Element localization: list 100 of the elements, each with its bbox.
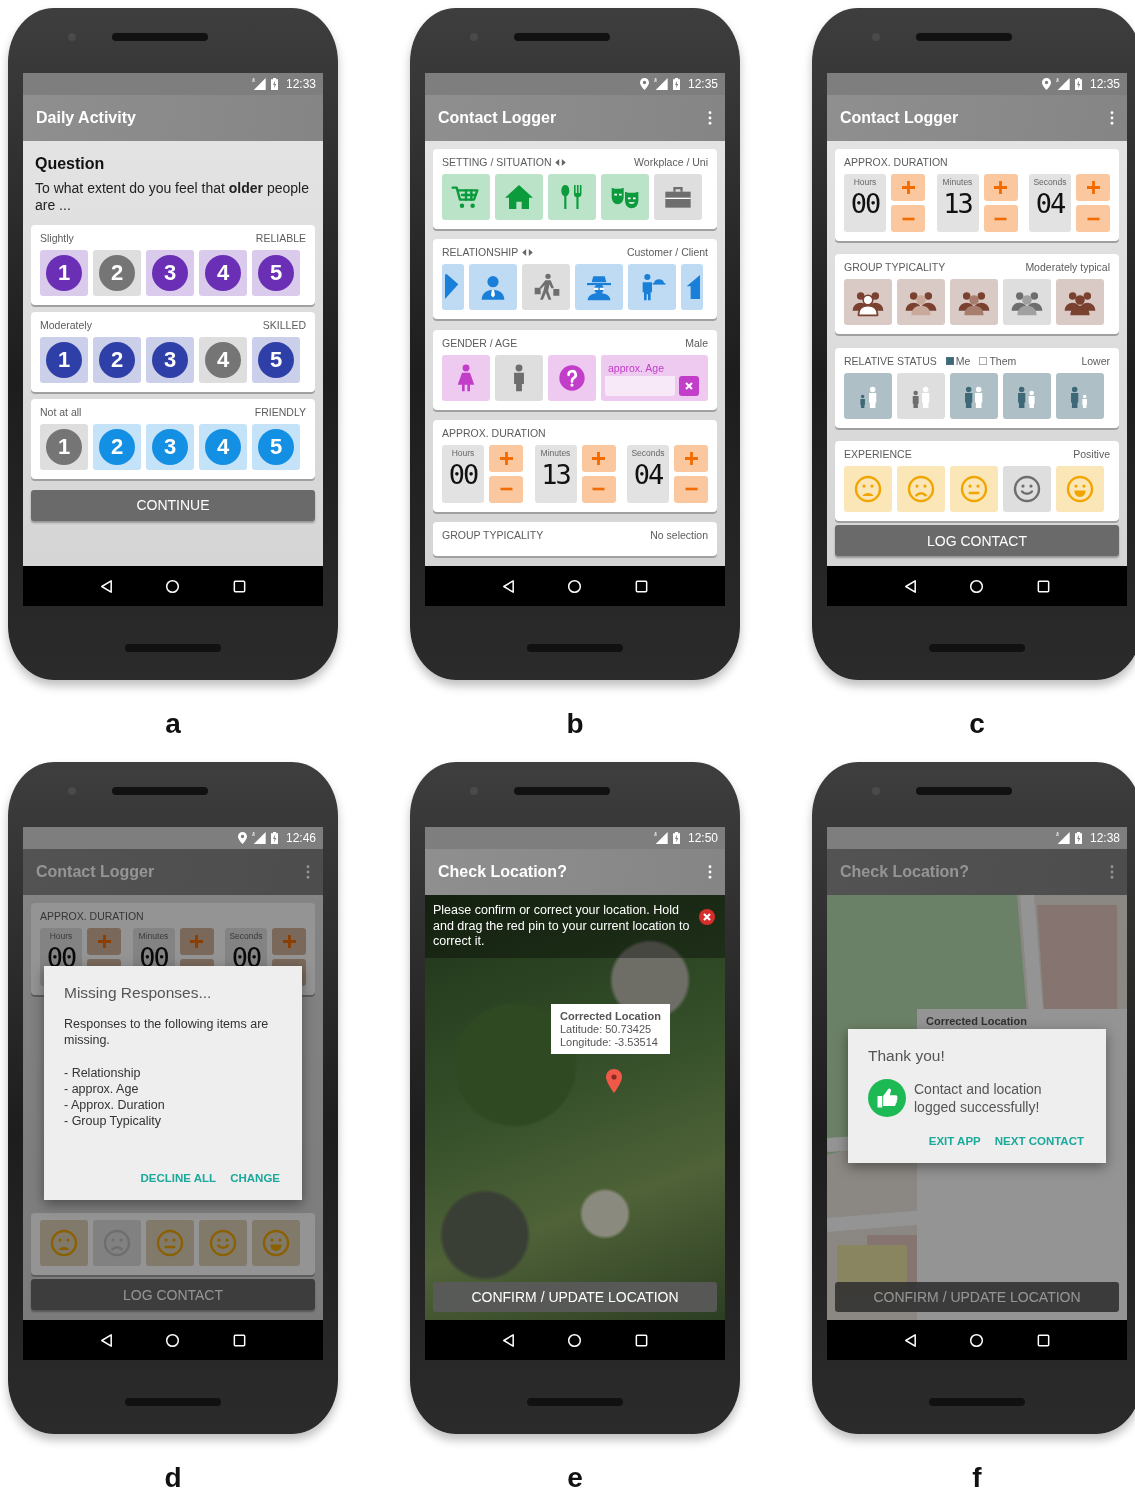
- option-tile[interactable]: [469, 264, 517, 311]
- dialog-action-button[interactable]: EXIT APP: [926, 1131, 983, 1151]
- option-tile[interactable]: [950, 372, 998, 419]
- rating-option[interactable]: 2: [99, 254, 135, 291]
- overflow-menu-icon[interactable]: [1110, 865, 1114, 879]
- option-tile[interactable]: [93, 1220, 141, 1266]
- recents-button[interactable]: [232, 578, 248, 594]
- option-tile[interactable]: [950, 466, 998, 512]
- back-button[interactable]: [500, 1332, 516, 1348]
- option-tile[interactable]: [897, 279, 945, 326]
- option-tile[interactable]: [1003, 466, 1051, 512]
- overflow-menu-icon[interactable]: [1110, 111, 1114, 125]
- rating-option[interactable]: 2: [99, 341, 135, 378]
- option-tile[interactable]: [442, 264, 464, 311]
- rating-option[interactable]: 1: [46, 341, 82, 378]
- rating-option[interactable]: 5: [258, 254, 294, 291]
- option-tile[interactable]: [495, 354, 543, 401]
- option-tile[interactable]: [844, 372, 892, 419]
- recents-button[interactable]: [232, 1332, 248, 1348]
- option-tile[interactable]: [252, 1220, 300, 1266]
- rating-option[interactable]: 1: [46, 254, 82, 291]
- back-button[interactable]: [98, 578, 114, 594]
- dialog-action-button[interactable]: NEXT CONTACT: [992, 1131, 1086, 1151]
- rating-option[interactable]: 4: [205, 428, 241, 465]
- clear-button[interactable]: [679, 375, 699, 396]
- option-tile[interactable]: [950, 279, 998, 326]
- rating-option[interactable]: 3: [152, 428, 188, 465]
- rating-option[interactable]: 3: [152, 341, 188, 378]
- back-button[interactable]: [98, 1332, 114, 1348]
- option-tile[interactable]: [1003, 279, 1051, 326]
- minus-button[interactable]: [581, 475, 616, 503]
- overflow-menu-icon[interactable]: [708, 865, 712, 879]
- overflow-menu-icon[interactable]: [708, 111, 712, 125]
- minus-button[interactable]: [489, 475, 523, 503]
- map-pin-icon[interactable]: [606, 1069, 622, 1093]
- option-tile[interactable]: [628, 264, 676, 311]
- rating-option[interactable]: 3: [152, 254, 188, 291]
- back-button[interactable]: [902, 578, 918, 594]
- option-tile[interactable]: [654, 174, 702, 220]
- plus-button[interactable]: [983, 174, 1018, 201]
- minus-button[interactable]: [674, 475, 708, 503]
- recents-button[interactable]: [634, 1332, 650, 1348]
- option-tile[interactable]: [199, 1220, 247, 1266]
- plus-button[interactable]: [674, 444, 708, 472]
- home-button[interactable]: [165, 578, 181, 594]
- home-button[interactable]: [165, 1332, 181, 1348]
- option-tile[interactable]: [897, 466, 945, 512]
- confirm-location-button[interactable]: CONFIRM / UPDATE LOCATION: [433, 1282, 717, 1312]
- dialog-action-button[interactable]: DECLINE ALL: [138, 1167, 219, 1188]
- log-contact-button[interactable]: LOG CONTACT: [31, 1279, 315, 1310]
- plus-button[interactable]: [891, 174, 925, 201]
- confirm-location-button[interactable]: CONFIRM / UPDATE LOCATION: [835, 1282, 1119, 1312]
- option-tile[interactable]: [495, 174, 543, 220]
- plus-button[interactable]: [1076, 174, 1110, 201]
- option-tile[interactable]: [548, 354, 596, 401]
- left-right-arrows-icon[interactable]: [555, 158, 567, 166]
- plus-button[interactable]: [581, 444, 616, 472]
- option-tile[interactable]: [548, 174, 596, 220]
- option-tile[interactable]: [1056, 279, 1104, 326]
- rating-option[interactable]: 4: [205, 341, 241, 378]
- option-tile[interactable]: [897, 372, 945, 419]
- rating-option[interactable]: 2: [99, 428, 135, 465]
- home-button[interactable]: [567, 1332, 583, 1348]
- back-button[interactable]: [902, 1332, 918, 1348]
- rating-option[interactable]: 5: [258, 341, 294, 378]
- minus-button[interactable]: [1076, 205, 1110, 232]
- option-tile[interactable]: [522, 264, 570, 311]
- option-tile[interactable]: [442, 354, 490, 401]
- recents-button[interactable]: [1036, 1332, 1052, 1348]
- plus-button[interactable]: [489, 444, 523, 472]
- option-tile[interactable]: [575, 264, 623, 311]
- back-button[interactable]: [500, 578, 516, 594]
- log-contact-button[interactable]: LOG CONTACT: [835, 525, 1119, 556]
- recents-button[interactable]: [1036, 578, 1052, 594]
- option-tile[interactable]: [40, 1220, 88, 1266]
- left-right-arrows-icon[interactable]: [522, 248, 534, 256]
- option-tile[interactable]: [601, 174, 649, 220]
- option-tile[interactable]: [442, 174, 490, 220]
- option-tile[interactable]: [844, 466, 892, 512]
- option-tile[interactable]: [681, 264, 703, 311]
- dialog-action-button[interactable]: CHANGE: [228, 1167, 282, 1188]
- home-button[interactable]: [969, 578, 985, 594]
- rating-option[interactable]: 1: [46, 428, 82, 465]
- recents-button[interactable]: [634, 578, 650, 594]
- option-tile[interactable]: [1003, 372, 1051, 419]
- overflow-menu-icon[interactable]: [306, 865, 310, 879]
- close-icon[interactable]: [699, 909, 715, 925]
- minus-button[interactable]: [891, 205, 925, 232]
- option-tile[interactable]: [1056, 372, 1104, 419]
- home-button[interactable]: [969, 1332, 985, 1348]
- home-button[interactable]: [567, 578, 583, 594]
- option-tile[interactable]: [146, 1220, 194, 1266]
- rating-option[interactable]: 5: [258, 428, 294, 465]
- plus-button[interactable]: [179, 928, 214, 955]
- option-tile[interactable]: [844, 279, 892, 326]
- rating-option[interactable]: 4: [205, 254, 241, 291]
- option-tile[interactable]: [1056, 466, 1104, 512]
- minus-button[interactable]: [983, 205, 1018, 232]
- continue-button[interactable]: CONTINUE: [31, 489, 315, 521]
- age-field[interactable]: approx. Age: [601, 354, 708, 401]
